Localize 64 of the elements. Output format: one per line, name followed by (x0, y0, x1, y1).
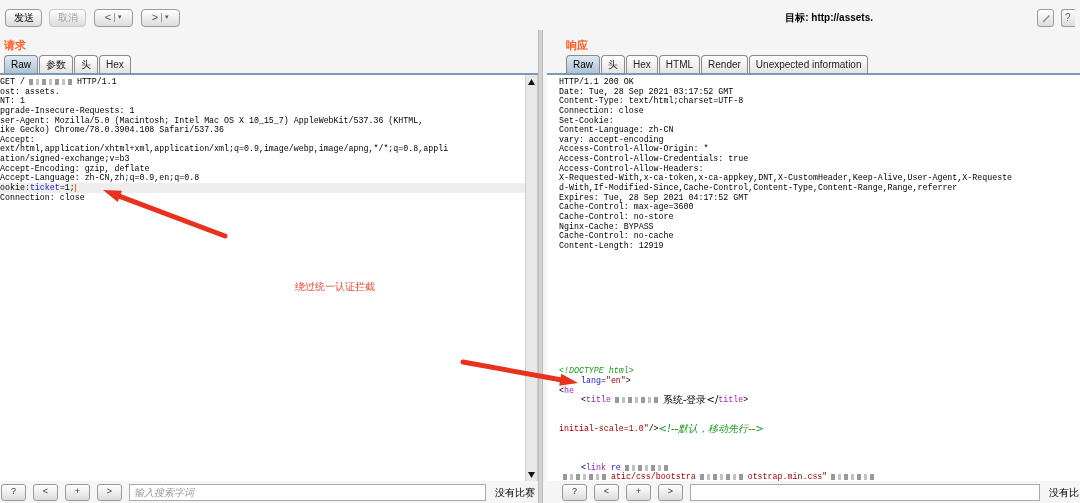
editor-tab[interactable]: Raw (566, 55, 600, 73)
code-line: <he (559, 385, 575, 396)
code-line: pgrade-Insecure-Requests: 1 (0, 105, 136, 116)
editor-tab[interactable]: 参数 (39, 55, 73, 73)
code-line: ike Gecko) Chrome/78.0.3904.108 Safari/537.36 (0, 125, 226, 135)
request-heading: 请求 (3, 37, 26, 53)
search-nav-button[interactable]: < (594, 483, 619, 501)
help-button[interactable]: ? (1061, 8, 1075, 27)
search-nav-button[interactable]: ? (1, 483, 26, 501)
code-line: <title 系统-登录</title> (580, 395, 750, 405)
code-line: Access-Control-Allow-Credentials: true (559, 154, 750, 164)
code-line: d-With,If-Modified-Since,Cache-Control,Content-Type,Content-Range,Range,referrer (559, 183, 958, 193)
code-line: ation/signed-exchange;v=b3 (0, 154, 130, 164)
search-nav-button[interactable]: ? (562, 483, 587, 501)
code-line: ost: assets. (0, 86, 61, 97)
code-line: Connection: close (0, 192, 86, 203)
search-nav-button[interactable]: > (658, 483, 683, 501)
code-line: Accept-Encoding: gzip, deflate (0, 163, 150, 174)
target-label: 目标: http://assets. (785, 11, 873, 25)
code-line: Content-Language: zh-CN (559, 125, 675, 135)
match-status: 没有比 (1049, 485, 1079, 500)
code-line: Access-Control-Allow-Headers: (559, 163, 705, 173)
match-status: 没有比赛 (495, 485, 535, 500)
editor-tab[interactable]: Raw (4, 55, 38, 73)
annotation-text: 绕过统一认证拦截 (295, 280, 375, 294)
code-line: Cache-Control: no-cache (559, 231, 675, 241)
code-line: Cache-Control: max-age=3600 (559, 202, 695, 212)
code-line: X-Requested-With,x-ca-token,x-ca-appkey,DNT,X-CustomHeader,Keep-Alive,User-Agent,X-Requeste (559, 173, 1014, 184)
editor-tab[interactable]: Unexpected information (748, 55, 869, 73)
search-nav-button[interactable]: + (626, 483, 651, 501)
code-line: Cache-Control: no-store (559, 211, 675, 222)
search-nav-button[interactable]: + (65, 483, 90, 501)
code-line: Content-Type: text/html;charset=UTF-8 (559, 96, 745, 106)
code-line: ser-Agent: Mozilla/5.0 (Macintosh; Intel Mac OS X 10_15_7) AppleWebKit/537.36 (KHTML, (0, 115, 425, 126)
code-line: HTTP/1.1 200 OK (559, 77, 635, 87)
code-line: Date: Tue, 28 Sep 2021 03:17:52 GMT (559, 86, 735, 96)
code-line: lang="en"> (580, 375, 632, 386)
search-nav-button[interactable]: > (97, 483, 122, 501)
code-line: <!DOCTYPE html> (559, 366, 635, 376)
code-line: initial-scale=1.0"/><!--默认，移动先行--> (559, 424, 765, 434)
code-line: ext/html,application/xhtml+xml,application/xml;q=0.9,image/webp,image/apng,*/*;q=0.8,appli (0, 144, 450, 155)
editor-tab[interactable]: 头 (601, 55, 625, 73)
code-line: Accept: (0, 134, 35, 145)
code-line: <link re (559, 462, 1080, 473)
code-line: Set-Cookie: (559, 115, 615, 126)
editor-tab[interactable]: Render (701, 55, 748, 73)
code-line: Content-Length: 12919 (559, 240, 665, 251)
response-heading: 响应 (565, 37, 588, 53)
toolbar-button[interactable]: 发送 (5, 8, 42, 27)
editor-tab[interactable]: Hex (99, 55, 131, 73)
code-line: vary: accept-encoding (559, 134, 664, 145)
code-line: Access-Control-Allow-Origin: * (559, 144, 709, 155)
code-line: Connection: close (559, 105, 645, 116)
editor-tab[interactable]: 头 (74, 55, 98, 73)
code-line: atic/css/bootstra otstrap.min.css" (559, 472, 1080, 481)
editor-tab[interactable]: Hex (626, 55, 658, 73)
code-line: NT: 1 (0, 96, 26, 106)
code-line: Expires: Tue, 28 Sep 2021 04:17:52 GMT (559, 192, 750, 203)
code-line: Nginx-Cache: BYPASS (559, 221, 654, 232)
code-line: Accept-Language: zh-CN,zh;q=0.9,en;q=0.8 (0, 173, 201, 184)
editor-tab[interactable]: HTML (658, 55, 701, 73)
search-nav-button[interactable]: < (33, 483, 58, 501)
search-field[interactable]: 输入搜索字词 (129, 483, 486, 501)
code-line: GET / HTTP/1.1 (0, 77, 118, 87)
